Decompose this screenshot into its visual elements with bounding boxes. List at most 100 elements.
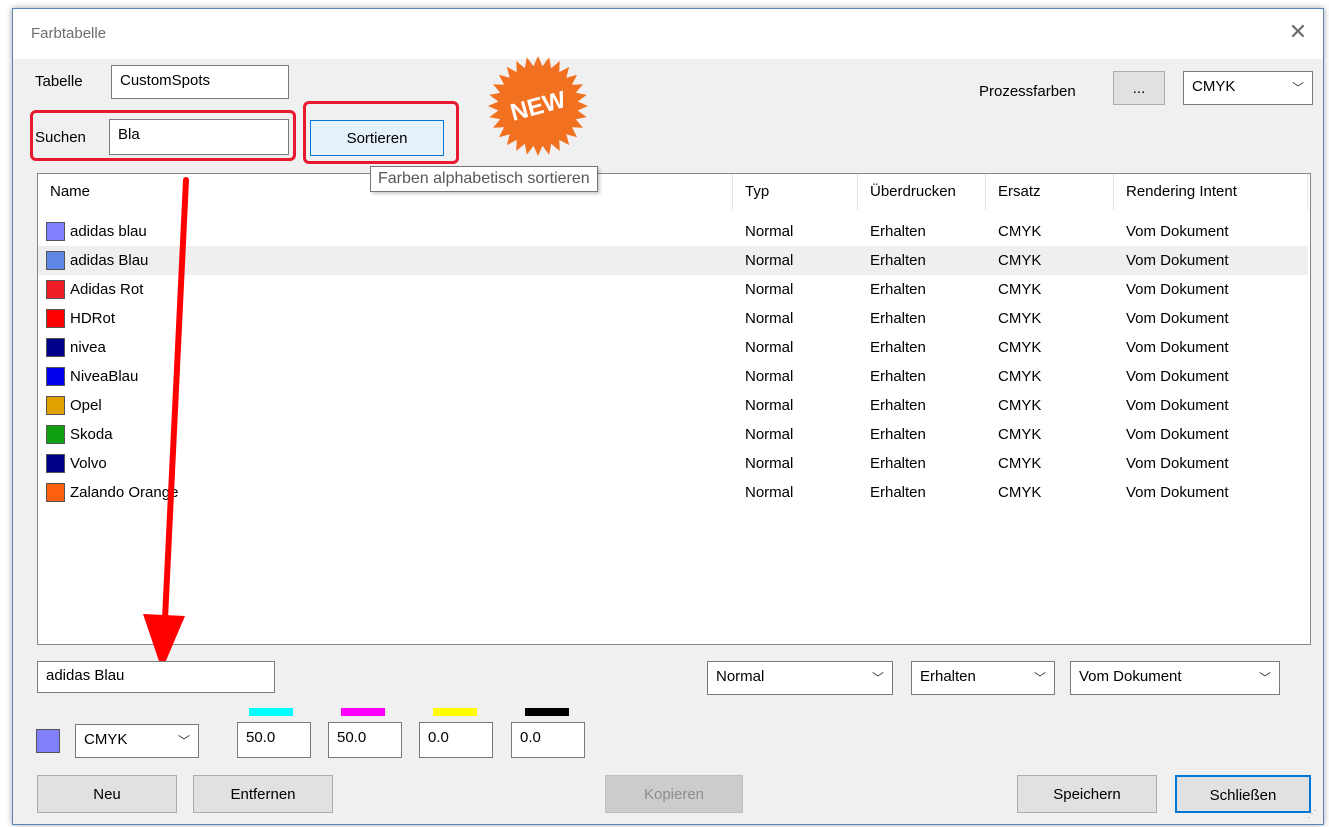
chevron-down-icon: ﹀ bbox=[1291, 81, 1304, 95]
ersatz-cell: CMYK bbox=[998, 281, 1042, 298]
ersatz-cell: CMYK bbox=[998, 310, 1042, 327]
new-button[interactable]: Neu bbox=[37, 775, 177, 813]
color-mode-value: CMYK bbox=[84, 731, 128, 748]
intent-cell: Vom Dokument bbox=[1126, 368, 1229, 385]
table-row[interactable]: Skoda Normal Erhalten CMYK Vom Dokument bbox=[38, 420, 1308, 449]
intent-cell: Vom Dokument bbox=[1126, 397, 1229, 414]
typ-cell: Normal bbox=[745, 397, 794, 414]
over-cell: Erhalten bbox=[870, 339, 926, 356]
ersatz-cell: CMYK bbox=[998, 484, 1042, 501]
table-row[interactable]: Volvo Normal Erhalten CMYK Vom Dokument bbox=[38, 449, 1308, 478]
cyan-value-input[interactable]: 50.0 bbox=[237, 722, 311, 758]
sort-tooltip: Farben alphabetisch sortieren bbox=[370, 166, 598, 192]
column-header-overprint[interactable]: Überdrucken bbox=[858, 174, 986, 210]
over-cell: Erhalten bbox=[870, 455, 926, 472]
intent-cell: Vom Dokument bbox=[1126, 455, 1229, 472]
sort-button[interactable]: Sortieren bbox=[310, 120, 444, 156]
chevron-down-icon: ﹀ bbox=[871, 671, 884, 685]
table-row[interactable]: Zalando Orange Normal Erhalten CMYK Vom Doku… bbox=[38, 478, 1308, 507]
magenta-channel-bar bbox=[341, 708, 385, 716]
color-name-cell: Volvo bbox=[70, 455, 107, 472]
table-name-input[interactable]: CustomSpots bbox=[111, 65, 289, 99]
color-name-cell: Skoda bbox=[70, 426, 113, 443]
table-row[interactable]: adidas Blau Normal Erhalten CMYK Vom Dokumen… bbox=[38, 246, 1308, 275]
intent-cell: Vom Dokument bbox=[1126, 310, 1229, 327]
process-mode-value: CMYK bbox=[1192, 78, 1236, 95]
color-swatch bbox=[46, 367, 65, 386]
chevron-down-icon: ﹀ bbox=[177, 734, 190, 748]
magenta-value-input[interactable]: 50.0 bbox=[328, 722, 402, 758]
type-select-value: Normal bbox=[716, 668, 765, 685]
color-name-cell: NiveaBlau bbox=[70, 368, 139, 385]
process-colors-more-button[interactable]: ... bbox=[1113, 71, 1165, 105]
current-color-swatch[interactable] bbox=[36, 729, 60, 753]
typ-cell: Normal bbox=[745, 252, 794, 269]
over-cell: Erhalten bbox=[870, 223, 926, 240]
copy-button[interactable]: Kopieren bbox=[605, 775, 743, 813]
resize-grip[interactable]: ⋰ bbox=[1307, 809, 1319, 821]
arrow-annotation bbox=[143, 177, 189, 670]
intent-cell: Vom Dokument bbox=[1126, 484, 1229, 501]
over-cell: Erhalten bbox=[870, 484, 926, 501]
color-swatch bbox=[46, 251, 65, 270]
typ-cell: Normal bbox=[745, 484, 794, 501]
color-name-cell: nivea bbox=[70, 339, 106, 356]
over-cell: Erhalten bbox=[870, 281, 926, 298]
ersatz-cell: CMYK bbox=[998, 339, 1042, 356]
black-value-input[interactable]: 0.0 bbox=[511, 722, 585, 758]
table-row[interactable]: nivea Normal Erhalten CMYK Vom Dokument bbox=[38, 333, 1308, 362]
ersatz-cell: CMYK bbox=[998, 455, 1042, 472]
window-title: Farbtabelle bbox=[31, 25, 107, 42]
chevron-down-icon: ﹀ bbox=[1258, 671, 1271, 685]
color-mode-select[interactable]: CMYK ﹀ bbox=[75, 724, 199, 758]
color-swatch bbox=[46, 396, 65, 415]
over-cell: Erhalten bbox=[870, 252, 926, 269]
process-mode-select[interactable]: CMYK ﹀ bbox=[1183, 71, 1313, 105]
table-row[interactable]: NiveaBlau Normal Erhalten CMYK Vom Dokument bbox=[38, 362, 1308, 391]
title-bar: Farbtabelle ✕ bbox=[13, 9, 1323, 59]
typ-cell: Normal bbox=[745, 223, 794, 240]
color-swatch bbox=[46, 425, 65, 444]
column-header-rendering-intent[interactable]: Rendering Intent bbox=[1114, 174, 1308, 210]
remove-button[interactable]: Entfernen bbox=[193, 775, 333, 813]
ersatz-cell: CMYK bbox=[998, 223, 1042, 240]
save-button[interactable]: Speichern bbox=[1017, 775, 1157, 813]
ersatz-cell: CMYK bbox=[998, 252, 1042, 269]
close-button[interactable]: Schließen bbox=[1175, 775, 1311, 813]
typ-cell: Normal bbox=[745, 339, 794, 356]
typ-cell: Normal bbox=[745, 310, 794, 327]
table-row[interactable]: HDRot Normal Erhalten CMYK Vom Dokument bbox=[38, 304, 1308, 333]
over-cell: Erhalten bbox=[870, 310, 926, 327]
black-channel-bar bbox=[525, 708, 569, 716]
color-swatch bbox=[46, 280, 65, 299]
overprint-select-value: Erhalten bbox=[920, 668, 976, 685]
ersatz-cell: CMYK bbox=[998, 426, 1042, 443]
ersatz-cell: CMYK bbox=[998, 397, 1042, 414]
table-row[interactable]: adidas blau Normal Erhalten CMYK Vom Dokumen… bbox=[38, 217, 1308, 246]
typ-cell: Normal bbox=[745, 455, 794, 472]
column-header-substitute[interactable]: Ersatz bbox=[986, 174, 1114, 210]
color-name-input[interactable]: adidas Blau bbox=[37, 661, 275, 693]
search-input[interactable]: Bla bbox=[109, 119, 289, 155]
table-row[interactable]: Adidas Rot Normal Erhalten CMYK Vom Dokument bbox=[38, 275, 1308, 304]
over-cell: Erhalten bbox=[870, 426, 926, 443]
farbtabelle-dialog: Farbtabelle ✕ Tabelle CustomSpots Prozes… bbox=[12, 8, 1324, 825]
table-label: Tabelle bbox=[35, 73, 83, 90]
typ-cell: Normal bbox=[745, 368, 794, 385]
intent-cell: Vom Dokument bbox=[1126, 281, 1229, 298]
type-select[interactable]: Normal ﹀ bbox=[707, 661, 893, 695]
color-table[interactable]: Name Typ Überdrucken Ersatz Rendering In… bbox=[37, 173, 1311, 645]
color-swatch bbox=[46, 222, 65, 241]
typ-cell: Normal bbox=[745, 426, 794, 443]
over-cell: Erhalten bbox=[870, 397, 926, 414]
intent-cell: Vom Dokument bbox=[1126, 223, 1229, 240]
table-row[interactable]: Opel Normal Erhalten CMYK Vom Dokument bbox=[38, 391, 1308, 420]
column-header-type[interactable]: Typ bbox=[733, 174, 858, 210]
close-icon[interactable]: ✕ bbox=[1283, 17, 1313, 47]
overprint-select[interactable]: Erhalten ﹀ bbox=[911, 661, 1055, 695]
starburst-icon: NEW bbox=[488, 56, 588, 156]
rendering-intent-select-value: Vom Dokument bbox=[1079, 668, 1182, 685]
rendering-intent-select[interactable]: Vom Dokument ﹀ bbox=[1070, 661, 1280, 695]
yellow-value-input[interactable]: 0.0 bbox=[419, 722, 493, 758]
typ-cell: Normal bbox=[745, 281, 794, 298]
